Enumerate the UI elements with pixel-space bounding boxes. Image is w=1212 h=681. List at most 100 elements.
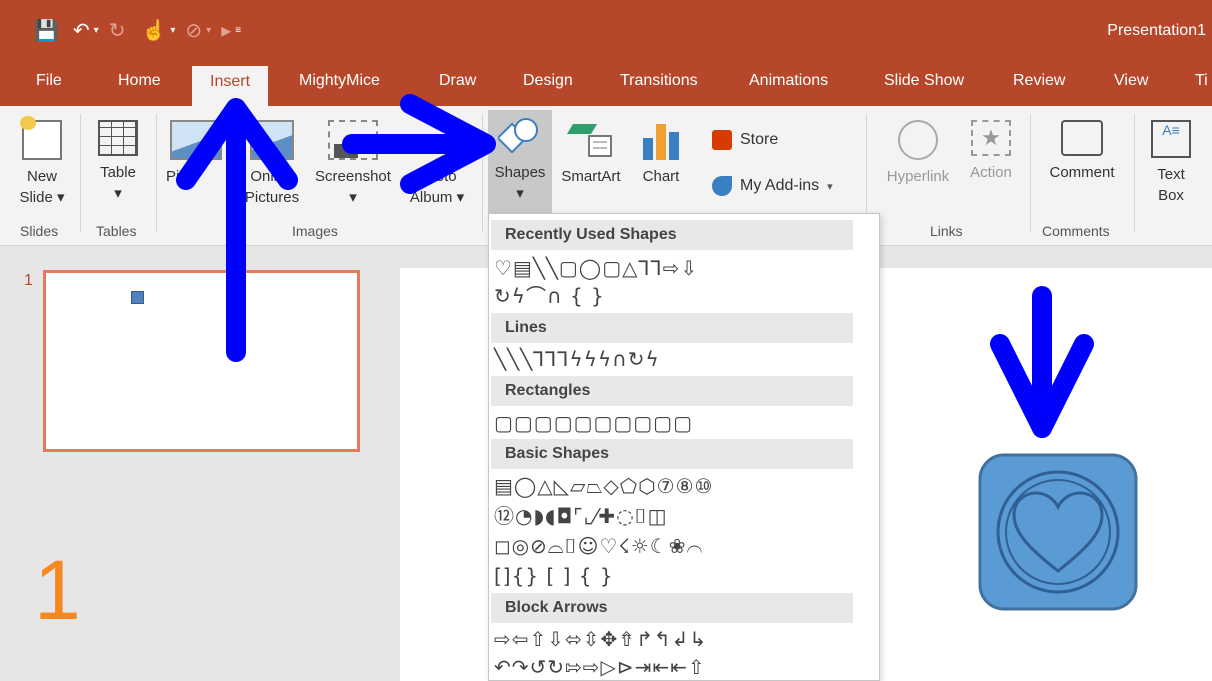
tab-animations[interactable]: Animations	[749, 72, 828, 90]
section-basic-shapes: Basic Shapes	[491, 439, 853, 469]
my-addins-button[interactable]: My Add-ins ▾	[712, 176, 833, 196]
customize-qat-icon[interactable]: ≡	[235, 25, 241, 36]
thumbnail-shape	[131, 291, 144, 304]
heart-tile-shape[interactable]	[978, 453, 1138, 611]
tab-slide-show[interactable]: Slide Show	[884, 72, 964, 90]
photo-album-icon	[417, 120, 457, 160]
action-label: Action	[970, 164, 1012, 181]
tab-view[interactable]: View	[1114, 72, 1148, 90]
tab-home[interactable]: Home	[118, 72, 161, 90]
tab-draw[interactable]: Draw	[439, 72, 476, 90]
undo-dropdown-icon[interactable]: ▾	[94, 25, 99, 36]
table-label: Table ▾	[100, 164, 136, 202]
smartart-label: SmartArt	[561, 168, 621, 185]
shapes-button[interactable]: Shapes ▾	[488, 116, 552, 204]
store-label: Store	[740, 131, 779, 148]
hyperlink-icon	[898, 120, 938, 160]
chevron-down-icon: ▾	[827, 180, 833, 193]
touch-dropdown-icon[interactable]: ▾	[170, 25, 175, 36]
comment-label: Comment	[1049, 164, 1115, 181]
tab-file[interactable]: File	[36, 72, 62, 90]
section-recently-used: Recently Used Shapes	[491, 220, 853, 250]
shape-row[interactable]: []{} [ ] { }	[494, 562, 614, 590]
table-button[interactable]: Table ▾	[94, 120, 142, 204]
shape-row[interactable]: ╲╲╲⅂⅂⅂ϟϟϟ∩↻ϟ	[494, 345, 660, 373]
text-box-button[interactable]: A≡ Text Box	[1142, 120, 1200, 206]
my-addins-label: My Add-ins	[740, 177, 820, 194]
hyperlink-label: Hyperlink	[886, 168, 950, 185]
screenshot-button[interactable]: Screenshot ▾	[310, 120, 396, 208]
store-icon	[712, 130, 732, 150]
hyperlink-button[interactable]: Hyperlink	[876, 120, 960, 187]
redo-icon[interactable]: ↻	[109, 18, 126, 43]
text-box-label: Text Box	[1157, 166, 1185, 204]
slide-number: 1	[24, 272, 33, 289]
chart-button[interactable]: Chart	[636, 120, 686, 187]
shape-row[interactable]: ⇨⇦⇧⇩⬄⇳✥⇮↱↰↲↳	[494, 625, 707, 653]
shape-row[interactable]: ♡▤╲╲▢◯▢△⅂⅂⇨⇩	[494, 254, 698, 282]
section-rectangles: Rectangles	[491, 376, 853, 406]
online-pictures-icon	[250, 120, 294, 160]
group-separator	[80, 114, 81, 232]
tab-mightymice[interactable]: MightyMice	[299, 72, 380, 90]
section-lines: Lines	[491, 313, 853, 343]
slide-thumbnail[interactable]	[43, 270, 360, 452]
shape-row[interactable]: ↶↷↺↻⇰⇨▷⊳⇥⇤⇤⇧	[494, 653, 706, 681]
tab-review[interactable]: Review	[1013, 72, 1065, 90]
section-block-arrows: Block Arrows	[491, 593, 853, 623]
table-icon	[98, 120, 138, 156]
shape-row[interactable]: ↻ϟ⌒∩ { }	[494, 282, 605, 310]
online-pictures-label: Online Pictures	[244, 168, 300, 206]
tab-truncated[interactable]: Ti	[1195, 72, 1208, 90]
group-label-images: Images	[292, 223, 338, 239]
group-label-comments: Comments	[1042, 223, 1110, 239]
action-button[interactable]: ★ Action	[962, 120, 1020, 183]
group-label-tables: Tables	[96, 223, 137, 239]
group-separator	[482, 114, 483, 232]
group-separator	[156, 114, 157, 232]
action-star-icon: ★	[971, 120, 1011, 156]
smartart-icon	[567, 120, 615, 160]
comment-button[interactable]: Comment	[1036, 120, 1128, 183]
group-label-links: Links	[930, 223, 963, 239]
new-slide-label: New Slide ▾	[19, 168, 65, 206]
smartart-button[interactable]: SmartArt	[554, 120, 628, 187]
group-separator	[1134, 114, 1135, 232]
group-separator	[1030, 114, 1031, 232]
tab-design[interactable]: Design	[523, 72, 573, 90]
touch-mode-icon[interactable]: ☝	[141, 18, 166, 43]
pictures-icon	[170, 120, 222, 160]
new-slide-icon	[20, 116, 62, 160]
photo-album-label: Photo Album ▾	[409, 168, 465, 206]
disabled-dropdown-icon[interactable]: ▾	[206, 25, 211, 36]
text-box-icon: A≡	[1151, 120, 1191, 158]
shape-row[interactable]: ▤◯△◺▱⏢◇⬠⬡⑦⑧⑩	[494, 472, 713, 500]
new-slide-button[interactable]: New Slide ▾	[14, 116, 70, 208]
online-pictures-button[interactable]: Online Pictures	[232, 120, 312, 208]
group-label-slides: Slides	[20, 223, 59, 239]
shapes-label: Shapes ▾	[494, 164, 546, 202]
quick-access-toolbar: 💾 ↶ ▾ ↻ ☝ ▾ ⊘ ▾ ▸ ≡	[34, 18, 251, 43]
shapes-icon	[496, 116, 542, 156]
tab-transitions[interactable]: Transitions	[620, 72, 698, 90]
annotation-number: 1	[34, 543, 81, 637]
undo-icon[interactable]: ↶	[73, 18, 90, 43]
shape-row[interactable]: ▢▢▢▢▢▢▢▢▢▢	[494, 409, 693, 437]
chart-icon	[641, 120, 681, 160]
pictures-label: Pi	[166, 168, 180, 185]
tab-insert[interactable]: Insert	[192, 66, 269, 106]
disabled-icon[interactable]: ⊘	[185, 18, 202, 43]
shape-row[interactable]: ⑫◔◗◖◘⌜⌞⁄✚◌⌷◫	[494, 502, 668, 530]
shape-row[interactable]: ◻◎⊘⌓⌷☺♡☇☼☾❀⌒	[494, 532, 703, 560]
store-button[interactable]: Store	[712, 130, 778, 150]
screenshot-label: Screenshot ▾	[315, 168, 391, 206]
start-presentation-icon[interactable]: ▸	[221, 18, 231, 43]
shapes-gallery-dropdown: Recently Used Shapes ♡▤╲╲▢◯▢△⅂⅂⇨⇩ ↻ϟ⌒∩ {…	[488, 213, 880, 681]
save-icon[interactable]: 💾	[34, 18, 59, 43]
window-title: Presentation1	[1107, 22, 1206, 39]
comment-icon	[1061, 120, 1103, 156]
ribbon-tabs: File Home Insert MightyMice Draw Design …	[0, 62, 1212, 106]
photo-album-button[interactable]: Photo Album ▾	[402, 120, 472, 208]
chart-label: Chart	[642, 168, 680, 185]
pictures-button[interactable]: Pi	[166, 120, 226, 187]
